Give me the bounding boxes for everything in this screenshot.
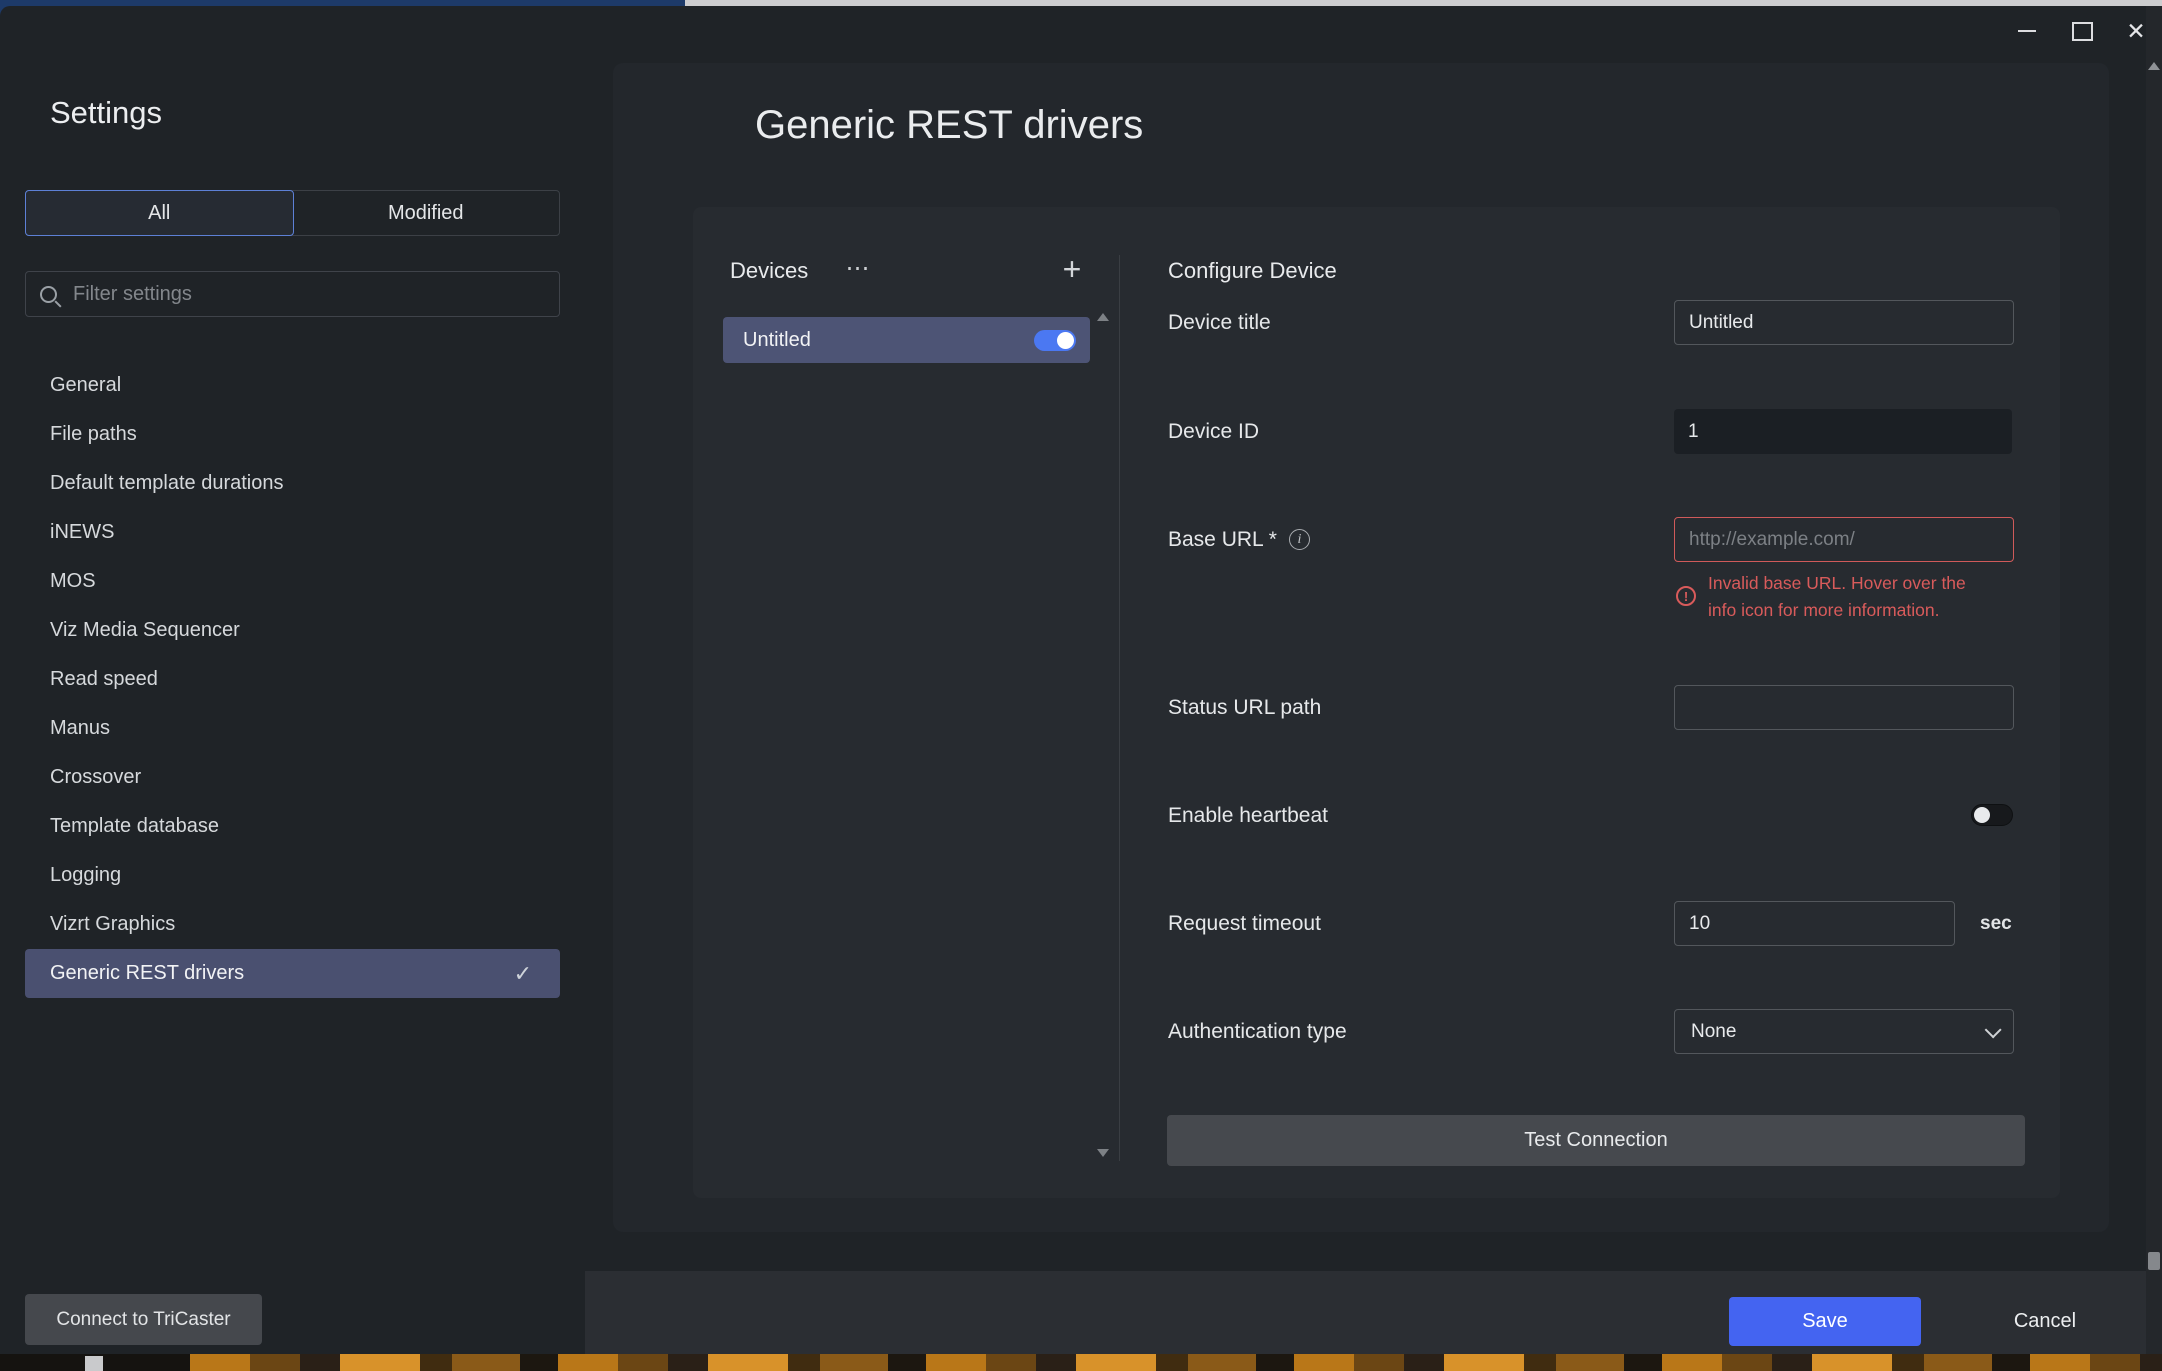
- scrollbar-up-arrow[interactable]: [2148, 62, 2160, 70]
- page-title: Generic REST drivers: [755, 103, 1143, 148]
- device-title-input[interactable]: [1674, 300, 2014, 345]
- request-timeout-label: Request timeout: [1168, 901, 1321, 946]
- base-url-error: ! Invalid base URL. Hover over the info …: [1676, 570, 1976, 624]
- sidebar-item-read-speed[interactable]: Read speed: [25, 655, 560, 704]
- request-timeout-input[interactable]: [1674, 901, 1955, 946]
- sidebar-item-template-database[interactable]: Template database: [25, 802, 560, 851]
- window-scrollbar[interactable]: [2146, 6, 2162, 1354]
- maximize-button[interactable]: [2060, 12, 2104, 50]
- devices-header: Devices: [730, 256, 808, 286]
- devices-scroll-down-arrow[interactable]: [1097, 1149, 1109, 1157]
- cancel-button[interactable]: Cancel: [1980, 1297, 2110, 1346]
- plus-icon: +: [1063, 251, 1082, 288]
- maximize-icon: [2072, 22, 2093, 41]
- minimize-icon: [2018, 30, 2036, 32]
- sidebar-item-inews[interactable]: iNEWS: [25, 508, 560, 557]
- sidebar-item-default-template-durations[interactable]: Default template durations: [25, 459, 560, 508]
- filter-settings-input[interactable]: [71, 282, 545, 307]
- close-icon: ✕: [2126, 20, 2145, 43]
- configure-device-header: Configure Device: [1168, 256, 1337, 286]
- request-timeout-unit: sec: [1980, 901, 2012, 946]
- panel-divider: [1119, 255, 1120, 1161]
- devices-menu-button[interactable]: ⋯: [838, 254, 878, 286]
- device-id-label: Device ID: [1168, 409, 1259, 454]
- toggle-knob: [1974, 807, 1990, 823]
- device-name: Untitled: [743, 329, 811, 352]
- toggle-knob: [1057, 332, 1074, 349]
- sidebar-item-crossover[interactable]: Crossover: [25, 753, 560, 802]
- sidebar-item-logging[interactable]: Logging: [25, 851, 560, 900]
- info-icon[interactable]: i: [1289, 529, 1310, 550]
- status-url-path-input[interactable]: [1674, 685, 2014, 730]
- error-line-1: Invalid base URL. Hover over the: [1708, 573, 1966, 593]
- check-icon: ✓: [514, 961, 532, 987]
- status-url-path-label: Status URL path: [1168, 685, 1321, 730]
- background-app-strip: [0, 1354, 2162, 1371]
- selected-option: None: [1691, 1021, 1736, 1043]
- sidebar-item-general[interactable]: General: [25, 361, 560, 410]
- sidebar-item-mos[interactable]: MOS: [25, 557, 560, 606]
- add-device-button[interactable]: +: [1053, 250, 1091, 288]
- authentication-type-select[interactable]: None: [1674, 1009, 2014, 1054]
- tab-all[interactable]: All: [25, 190, 294, 236]
- search-icon: [40, 286, 57, 303]
- device-title-label: Device title: [1168, 300, 1271, 345]
- base-url-input[interactable]: [1674, 517, 2014, 562]
- settings-category-list: General File paths Default template dura…: [25, 361, 560, 998]
- sidebar-item-manus[interactable]: Manus: [25, 704, 560, 753]
- sidebar-item-file-paths[interactable]: File paths: [25, 410, 560, 459]
- device-enabled-toggle[interactable]: [1034, 330, 1076, 351]
- device-id-value: [1674, 409, 2012, 454]
- settings-title: Settings: [50, 95, 162, 131]
- sidebar-item-vizrt-graphics[interactable]: Vizrt Graphics: [25, 900, 560, 949]
- sidebar-item-generic-rest-drivers[interactable]: Generic REST drivers ✓: [25, 949, 560, 998]
- test-connection-button[interactable]: Test Connection: [1167, 1115, 2025, 1166]
- chevron-down-icon: [1985, 1021, 2002, 1038]
- settings-filter-tabs: All Modified: [25, 190, 560, 236]
- sidebar-item-viz-media-sequencer[interactable]: Viz Media Sequencer: [25, 606, 560, 655]
- devices-scroll-up-arrow[interactable]: [1097, 313, 1109, 321]
- filter-settings-field: [25, 271, 560, 317]
- device-list-item[interactable]: Untitled: [723, 317, 1090, 363]
- warning-icon: !: [1676, 586, 1696, 606]
- save-button[interactable]: Save: [1729, 1297, 1921, 1346]
- base-url-label: Base URL * i: [1168, 517, 1310, 562]
- tab-modified[interactable]: Modified: [293, 191, 560, 235]
- authentication-type-label: Authentication type: [1168, 1009, 1347, 1054]
- enable-heartbeat-toggle[interactable]: [1971, 804, 2013, 826]
- dots-menu-icon: ⋯: [846, 255, 871, 282]
- error-line-2: info icon for more information.: [1708, 600, 1940, 620]
- scrollbar-thumb[interactable]: [2148, 1252, 2160, 1270]
- minimize-button[interactable]: [2005, 12, 2049, 50]
- screen: ✕ Settings All Modified General File pat…: [0, 0, 2162, 1371]
- connect-to-tricaster-button[interactable]: Connect to TriCaster: [25, 1294, 262, 1345]
- footer-bar: [585, 1271, 2162, 1354]
- enable-heartbeat-label: Enable heartbeat: [1168, 793, 1328, 838]
